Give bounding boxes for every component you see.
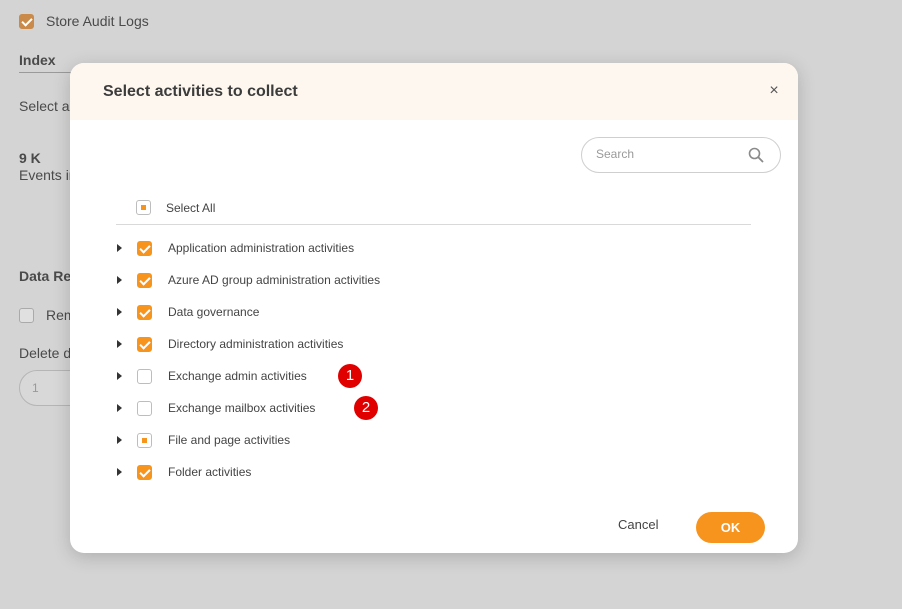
dialog-title: Select activities to collect (103, 83, 298, 100)
activity-checkbox[interactable] (137, 304, 152, 320)
select-all-label: Select All (166, 200, 216, 215)
activity-item[interactable]: Directory administration activities (117, 328, 380, 360)
activity-item[interactable]: File and page activities (117, 424, 380, 456)
activity-label: File and page activities (168, 433, 291, 447)
expand-caret-icon[interactable] (117, 340, 122, 348)
expand-caret-icon[interactable] (117, 276, 122, 284)
activity-item[interactable]: Azure AD group administration activities (117, 264, 380, 296)
activity-label: Exchange mailbox activities (168, 401, 316, 415)
delete-label: Delete d (19, 345, 72, 361)
ok-button[interactable]: OK (696, 512, 765, 543)
search-icon[interactable] (748, 147, 764, 163)
activity-checkbox[interactable] (137, 464, 152, 480)
activity-list: Application administration activities Azu… (117, 232, 380, 488)
store-audit-logs-label: Store Audit Logs (46, 13, 149, 29)
dialog-header: Select activities to collect × (70, 63, 798, 120)
divider (116, 224, 751, 225)
activity-label: Data governance (168, 305, 260, 319)
cancel-button[interactable]: Cancel (618, 517, 658, 532)
select-all-option[interactable]: Select All (136, 200, 215, 215)
search-input[interactable] (596, 147, 736, 161)
data-retention-heading: Data Re (19, 268, 72, 284)
expand-caret-icon[interactable] (117, 468, 122, 476)
activity-checkbox[interactable] (137, 240, 152, 256)
activity-label: Directory administration activities (168, 337, 344, 351)
expand-caret-icon[interactable] (117, 244, 122, 252)
select-link[interactable]: Select a (19, 98, 70, 114)
activity-label: Folder activities (168, 465, 252, 479)
expand-caret-icon[interactable] (117, 308, 122, 316)
activity-item[interactable]: Exchange admin activities 1 (117, 360, 380, 392)
expand-caret-icon[interactable] (117, 404, 122, 412)
activity-checkbox[interactable] (137, 368, 152, 384)
expand-caret-icon[interactable] (117, 372, 122, 380)
index-heading: Index (19, 52, 56, 68)
step-badge: 1 (338, 364, 362, 388)
close-icon[interactable]: × (764, 81, 784, 101)
remove-checkbox[interactable] (19, 307, 34, 323)
activity-item[interactable]: Application administration activities (117, 232, 380, 264)
expand-caret-icon[interactable] (117, 436, 122, 444)
select-all-checkbox[interactable] (136, 200, 151, 215)
step-badge: 2 (354, 396, 378, 420)
store-audit-logs-option[interactable]: Store Audit Logs (19, 13, 149, 29)
activity-item[interactable]: Folder activities (117, 456, 380, 488)
activity-checkbox[interactable] (137, 336, 152, 352)
activity-item[interactable]: Data governance (117, 296, 380, 328)
remove-option[interactable]: Rem (19, 307, 76, 323)
activity-checkbox[interactable] (137, 432, 152, 448)
activity-label: Application administration activities (168, 241, 355, 255)
store-audit-logs-checkbox[interactable] (19, 13, 34, 29)
activity-label: Exchange admin activities (168, 369, 307, 383)
event-count: 9 K (19, 150, 41, 166)
event-count-label: Events in (19, 167, 77, 183)
activity-checkbox[interactable] (137, 272, 152, 288)
select-activities-dialog: Select activities to collect × Select Al… (70, 63, 798, 553)
activity-label: Azure AD group administration activities (168, 273, 381, 287)
activity-checkbox[interactable] (137, 400, 152, 416)
activity-item[interactable]: Exchange mailbox activities 2 (117, 392, 380, 424)
search-box[interactable] (581, 137, 781, 173)
